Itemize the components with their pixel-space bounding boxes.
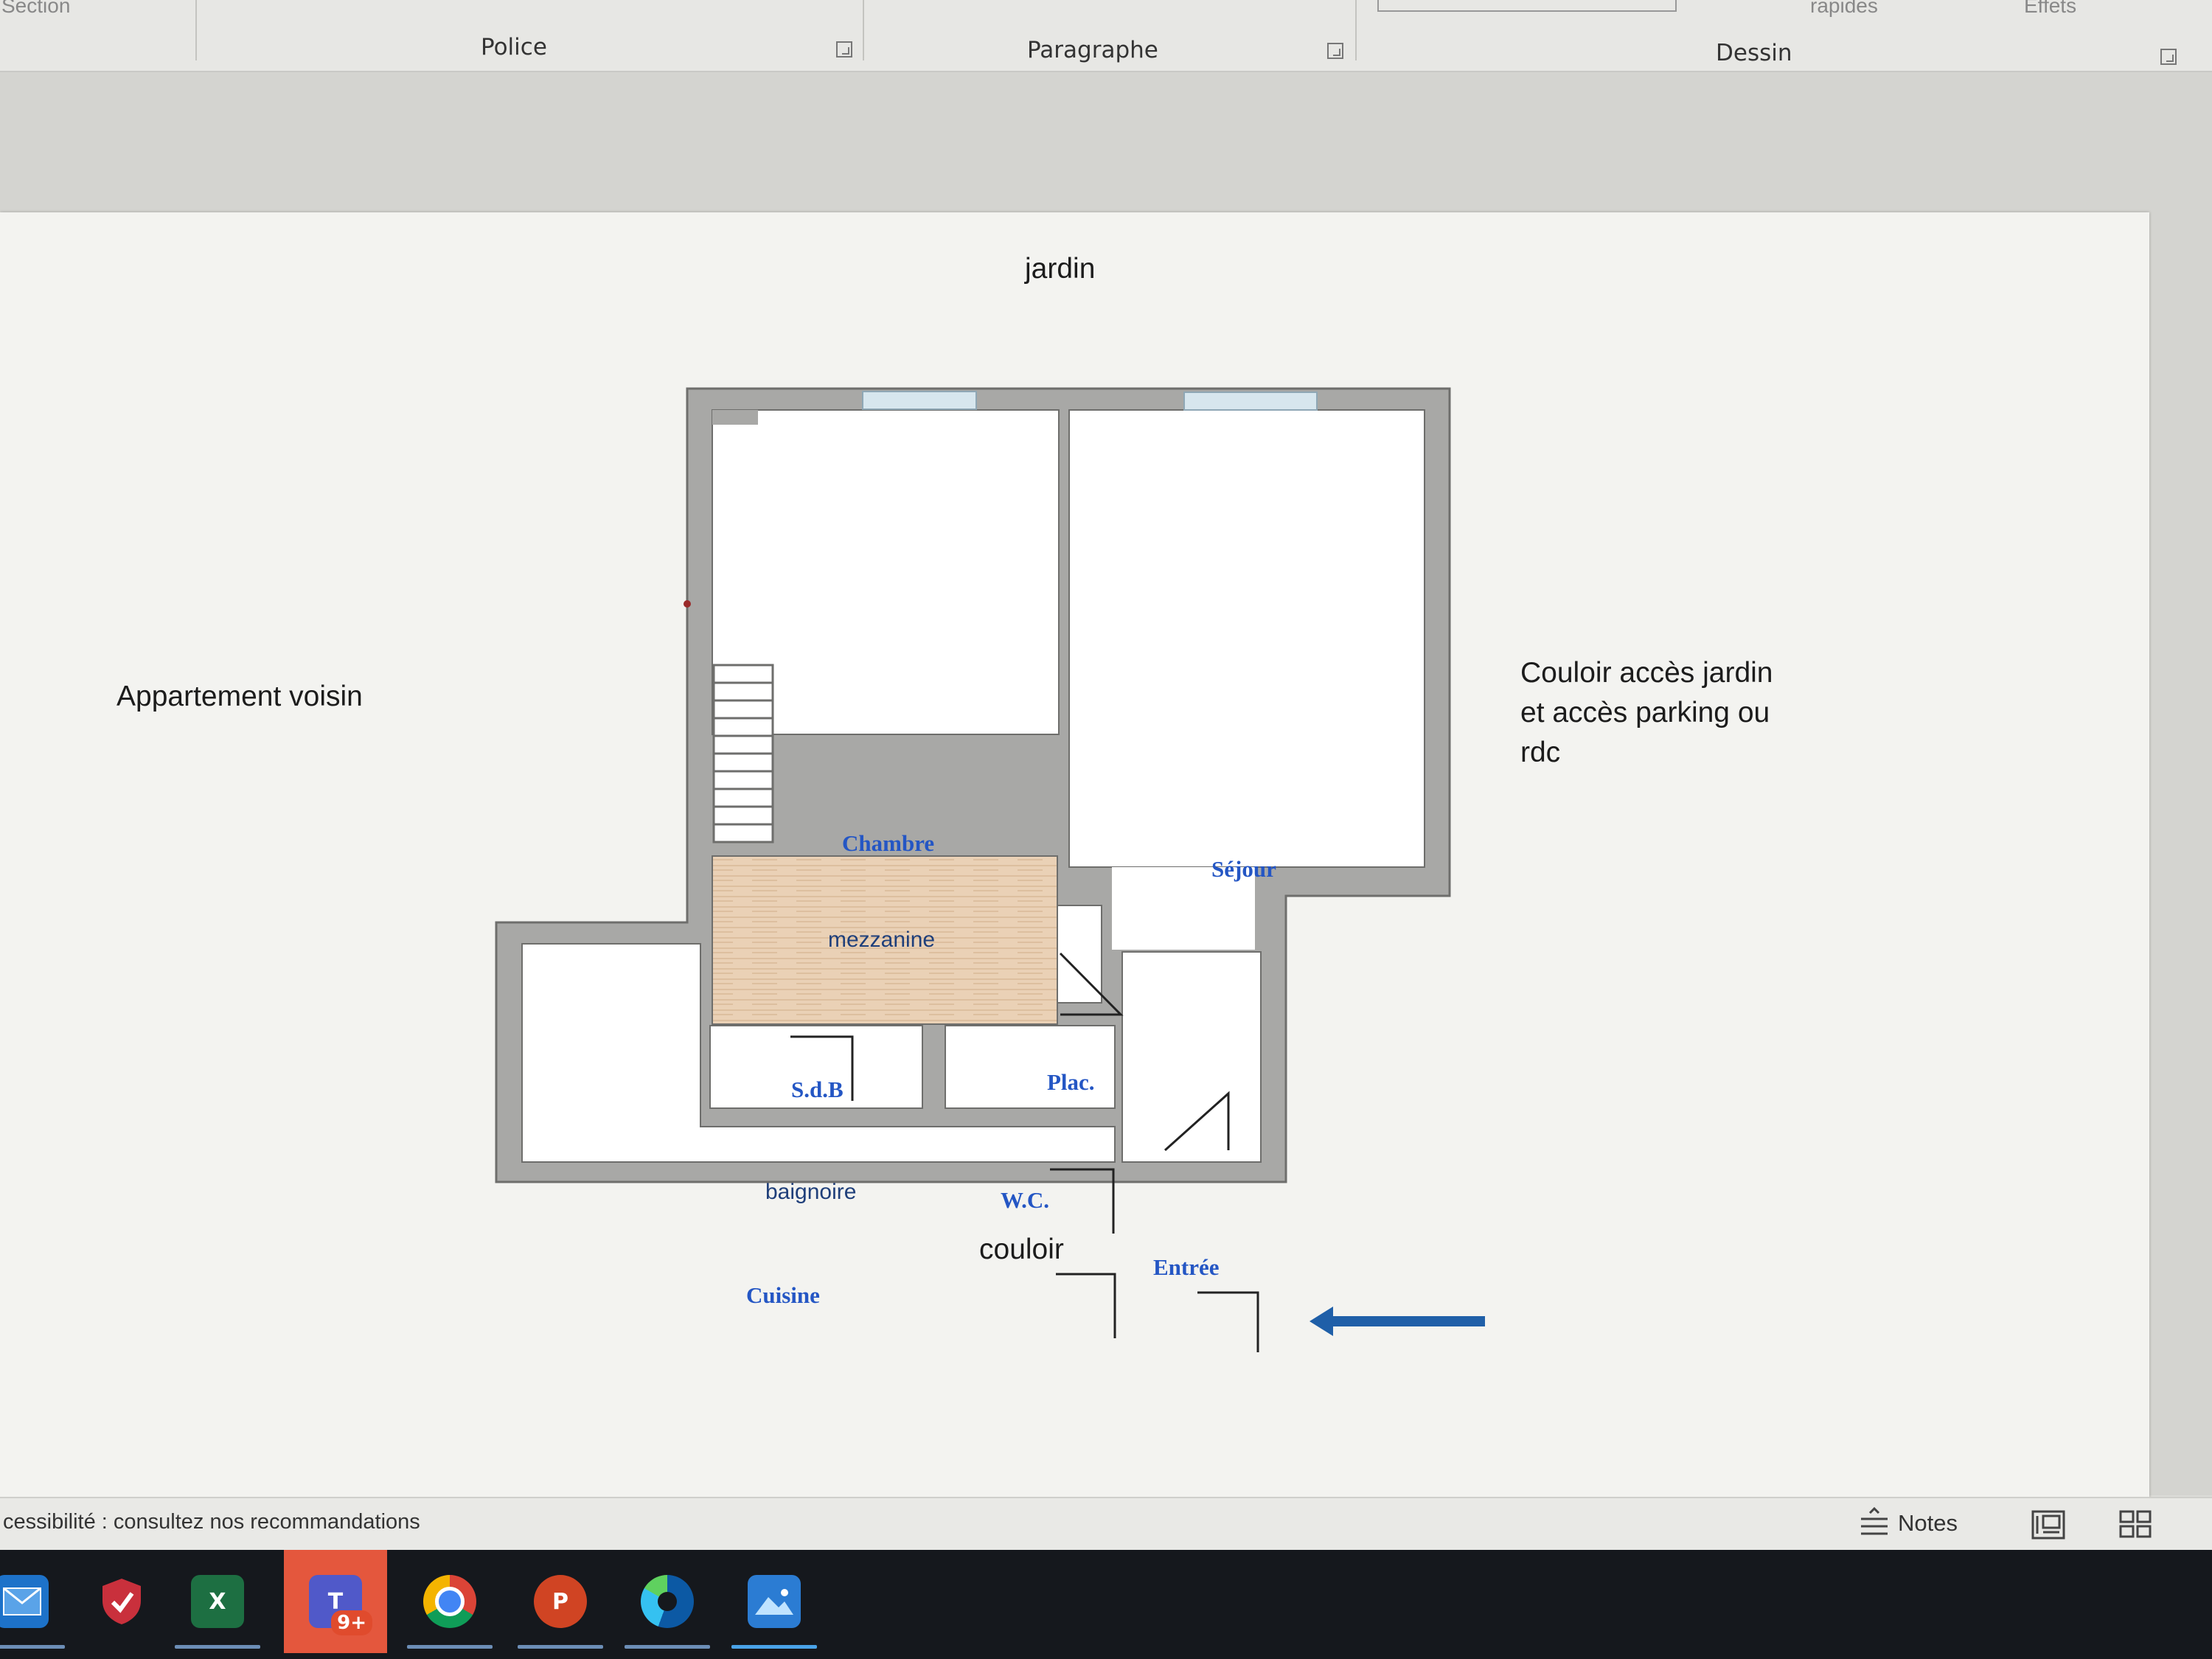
ribbon-fragment-section: Section [1, 0, 71, 17]
ribbon-group-police: Police [481, 34, 547, 60]
label-chambre: Chambre [842, 830, 934, 856]
shield-icon [95, 1575, 148, 1628]
dessin-dialog-launcher-icon[interactable] [2160, 49, 2177, 65]
label-cuisine: Cuisine [746, 1282, 820, 1308]
taskbar-photos[interactable] [723, 1550, 826, 1653]
slide[interactable]: jardin Appartement voisin Couloir accès … [0, 212, 2149, 1510]
floor-plan: Chambre Séjour S.d.B Plac. W.C. Entrée C… [495, 387, 1485, 1352]
police-dialog-launcher-icon[interactable] [836, 41, 852, 58]
notes-label: Notes [1898, 1510, 1958, 1536]
excel-icon: X [191, 1575, 244, 1628]
taskbar-excel[interactable]: X [166, 1550, 269, 1653]
label-wc: W.C. [1001, 1187, 1049, 1213]
wall-notch [712, 410, 758, 425]
teams-badge: 9+ [331, 1610, 372, 1635]
ribbon-fragment-effets[interactable]: Effets [2024, 0, 2076, 18]
ribbon-group-paragraphe: Paragraphe [1027, 37, 1158, 63]
ribbon-control[interactable] [1377, 0, 1677, 12]
label-placard: Plac. [1047, 1069, 1095, 1095]
taskbar-chrome[interactable] [398, 1550, 501, 1653]
notes-button[interactable]: Notes [1858, 1507, 1958, 1540]
status-bar: cessibilité : consultez nos recommandati… [0, 1497, 2212, 1551]
entrance-arrow [1310, 1307, 1485, 1336]
ribbon: Section rapides Effets Police Paragraphe… [0, 0, 2212, 72]
taskbar-powerpoint[interactable]: P [509, 1550, 612, 1653]
label-entree: Entrée [1153, 1254, 1220, 1280]
room-entree [1121, 951, 1262, 1163]
mail-icon [0, 1575, 49, 1628]
ribbon-separator [1355, 0, 1357, 60]
ribbon-separator [195, 0, 197, 60]
corner-marker [684, 600, 691, 608]
taskbar-edge[interactable] [616, 1550, 719, 1653]
ribbon-fragment-rapides[interactable]: rapides [1810, 0, 1878, 18]
label-mezzanine: mezzanine [828, 928, 935, 952]
taskbar-antivirus[interactable] [70, 1550, 173, 1653]
window-chambre [862, 391, 977, 410]
ribbon-separator [863, 0, 864, 60]
notes-icon [1861, 1507, 1888, 1535]
ribbon-group-dessin: Dessin [1716, 40, 1792, 66]
room-wc [945, 1025, 1116, 1109]
paragraphe-dialog-launcher-icon[interactable] [1327, 43, 1343, 59]
edge-icon [641, 1575, 694, 1628]
room-sejour [1068, 409, 1425, 868]
label-sdb: S.d.B [791, 1077, 844, 1102]
powerpoint-icon: P [534, 1575, 587, 1628]
taskbar: X T 9+ P [0, 1550, 2212, 1659]
accessibility-status[interactable]: cessibilité : consultez nos recommandati… [3, 1510, 420, 1534]
door-cuisine [1056, 1273, 1116, 1338]
teams-icon: T 9+ [309, 1575, 372, 1635]
slide-sorter-icon[interactable] [2118, 1509, 2153, 1541]
chrome-icon [423, 1575, 476, 1628]
photos-icon [748, 1575, 801, 1628]
staircase [712, 664, 774, 844]
window-sejour [1183, 392, 1318, 411]
door-entree [1197, 1291, 1259, 1352]
taskbar-teams[interactable]: T 9+ [284, 1550, 387, 1653]
work-area: jardin Appartement voisin Couloir accès … [0, 72, 2212, 1510]
normal-view-icon[interactable] [2031, 1509, 2066, 1541]
label-sejour: Séjour [1211, 856, 1276, 882]
label-baignoire: baignoire [765, 1180, 856, 1204]
taskbar-mail[interactable] [0, 1550, 74, 1653]
